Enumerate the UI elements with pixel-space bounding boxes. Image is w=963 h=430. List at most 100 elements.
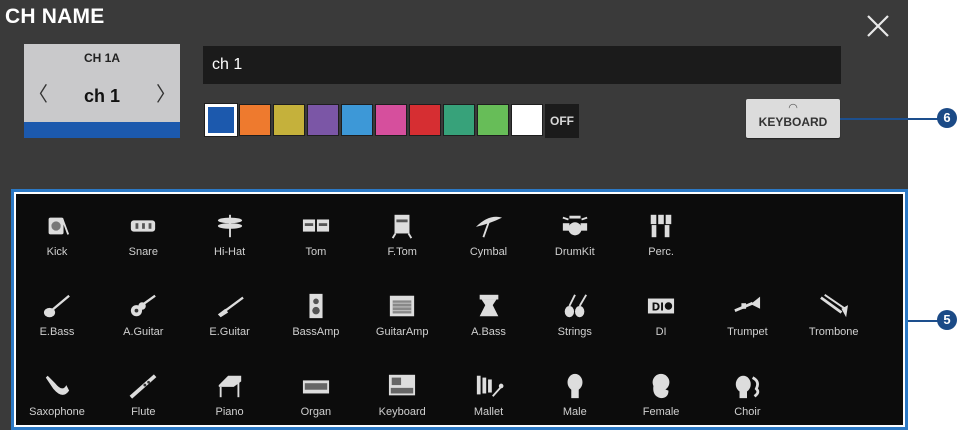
choir-icon [736,375,760,399]
acoustic-bass-icon [479,294,498,317]
icon-item-kick[interactable]: Kick [14,212,102,272]
icon-item-bassamp[interactable]: BassAmp [271,292,361,352]
icon-item-trombone[interactable]: Trombone [789,292,879,352]
color-off-button[interactable]: OFF [545,104,579,138]
mallet-icon [476,375,503,397]
icon-item-label: Male [562,406,587,418]
guitar-amp-icon [390,295,415,317]
icon-item-label: Saxophone [29,406,85,418]
piano-icon [218,375,241,398]
acoustic-guitar-icon [131,294,157,317]
icon-item-label: Trombone [808,326,859,338]
icon-item-saxophone[interactable]: Saxophone [14,372,102,427]
icon-item-label: Mallet [473,406,504,418]
color-swatch[interactable] [375,104,407,136]
kick-drum-icon [48,217,70,235]
color-swatch[interactable] [341,104,373,136]
icon-item-label: Perc. [648,246,674,258]
color-swatch[interactable] [409,104,441,136]
color-swatch[interactable] [204,103,238,137]
bass-amp-icon [309,293,323,319]
icon-item-label: Trumpet [727,326,768,338]
keyboard-button[interactable]: ◠ KEYBOARD [746,99,840,138]
color-swatch[interactable] [443,104,475,136]
icon-item-flute[interactable]: Flute [98,372,188,427]
icon-item-label: Tom [305,246,327,258]
icon-item-label: Choir [734,406,761,418]
trumpet-icon [734,296,761,312]
saxophone-icon [45,375,70,395]
channel-card: CH 1A 〈 ch 1 〉 [24,44,180,138]
icon-item-keyboard[interactable]: Keyboard [357,372,447,427]
icon-item-label: Piano [215,406,244,418]
callout-keyboard: 6 [937,108,957,128]
icon-item-e-guitar[interactable]: E.Guitar [185,292,275,352]
icon-item-snare[interactable]: Snare [98,212,188,272]
icon-item-organ[interactable]: Organ [271,372,361,427]
channel-icon-panel: Kick Snare Hi-Hat Tom F.Tom Cymbal DrumKit Perc… [11,189,908,430]
percussion-icon [650,214,672,238]
icon-item-label: BassAmp [292,326,340,338]
icon-item-female[interactable]: Female [616,372,706,427]
callout-line-icons [908,320,940,322]
icon-item-label: A.Guitar [123,326,164,338]
icon-item-male[interactable]: Male [530,372,620,427]
icon-item-cymbal[interactable]: Cymbal [444,212,534,272]
electric-guitar-icon [217,296,244,318]
icon-item-label: Kick [46,246,68,258]
icon-item-e-bass[interactable]: E.Bass [14,292,102,352]
icon-item-a-guitar[interactable]: A.Guitar [98,292,188,352]
icon-item-strings[interactable]: Strings [530,292,620,352]
icon-item-drumkit[interactable]: DrumKit [530,212,620,272]
icon-item-a-bass[interactable]: A.Bass [444,292,534,352]
svg-text:DI: DI [652,302,664,314]
hi-hat-icon [217,214,242,238]
icon-item-di[interactable]: DI DI [616,292,706,352]
trombone-icon [819,294,848,318]
icon-item-trumpet[interactable]: Trumpet [702,292,792,352]
icon-item-label: DI [655,326,667,338]
icon-item-label: E.Guitar [209,326,250,338]
male-vocal-icon [567,373,583,399]
strings-icon [564,294,587,318]
next-channel-button[interactable]: 〉 [156,78,176,107]
icon-item-label: Strings [557,326,592,338]
electric-bass-icon [43,294,70,318]
icon-item-label: Snare [128,246,158,258]
color-swatch[interactable] [273,104,305,136]
icon-item-hi-hat[interactable]: Hi-Hat [185,212,275,272]
channel-id: CH 1A [83,51,120,65]
icon-item-piano[interactable]: Piano [185,372,275,427]
color-swatch[interactable] [511,104,543,136]
icon-item-label: Organ [300,406,332,418]
icon-item-tom[interactable]: Tom [271,212,361,272]
channel-color-bar [24,122,180,138]
close-button[interactable] [862,10,894,42]
close-icon [867,15,889,37]
color-swatch[interactable] [477,104,509,136]
icon-item-label: F.Tom [387,246,417,258]
icon-item-choir[interactable]: Choir [702,372,792,427]
di-box-icon: DI [648,298,675,314]
snare-drum-icon [131,220,156,232]
callout-line-keyboard [840,118,940,120]
color-swatch[interactable] [239,104,271,136]
cymbal-icon [475,216,502,238]
floor-tom-icon [392,214,413,239]
icon-item-perc[interactable]: Perc. [616,212,706,272]
icon-item-guitaramp[interactable]: GuitarAmp [357,292,447,352]
icon-item-mallet[interactable]: Mallet [444,372,534,427]
keyboard-instrument-icon [389,374,416,396]
chevron-up-icon: ◠ [788,102,798,114]
icon-item-label: A.Bass [471,326,506,338]
flute-icon [129,374,157,399]
icon-item-f-tom[interactable]: F.Tom [357,212,447,272]
color-swatch[interactable] [307,104,339,136]
channel-name-input[interactable] [203,46,841,84]
icon-item-label: Hi-Hat [214,246,246,258]
female-vocal-icon [652,373,670,399]
icon-item-label: E.Bass [39,326,75,338]
callout-icons: 5 [937,310,957,330]
icon-item-label: GuitarAmp [375,326,429,338]
keyboard-button-label: KEYBOARD [758,115,828,129]
